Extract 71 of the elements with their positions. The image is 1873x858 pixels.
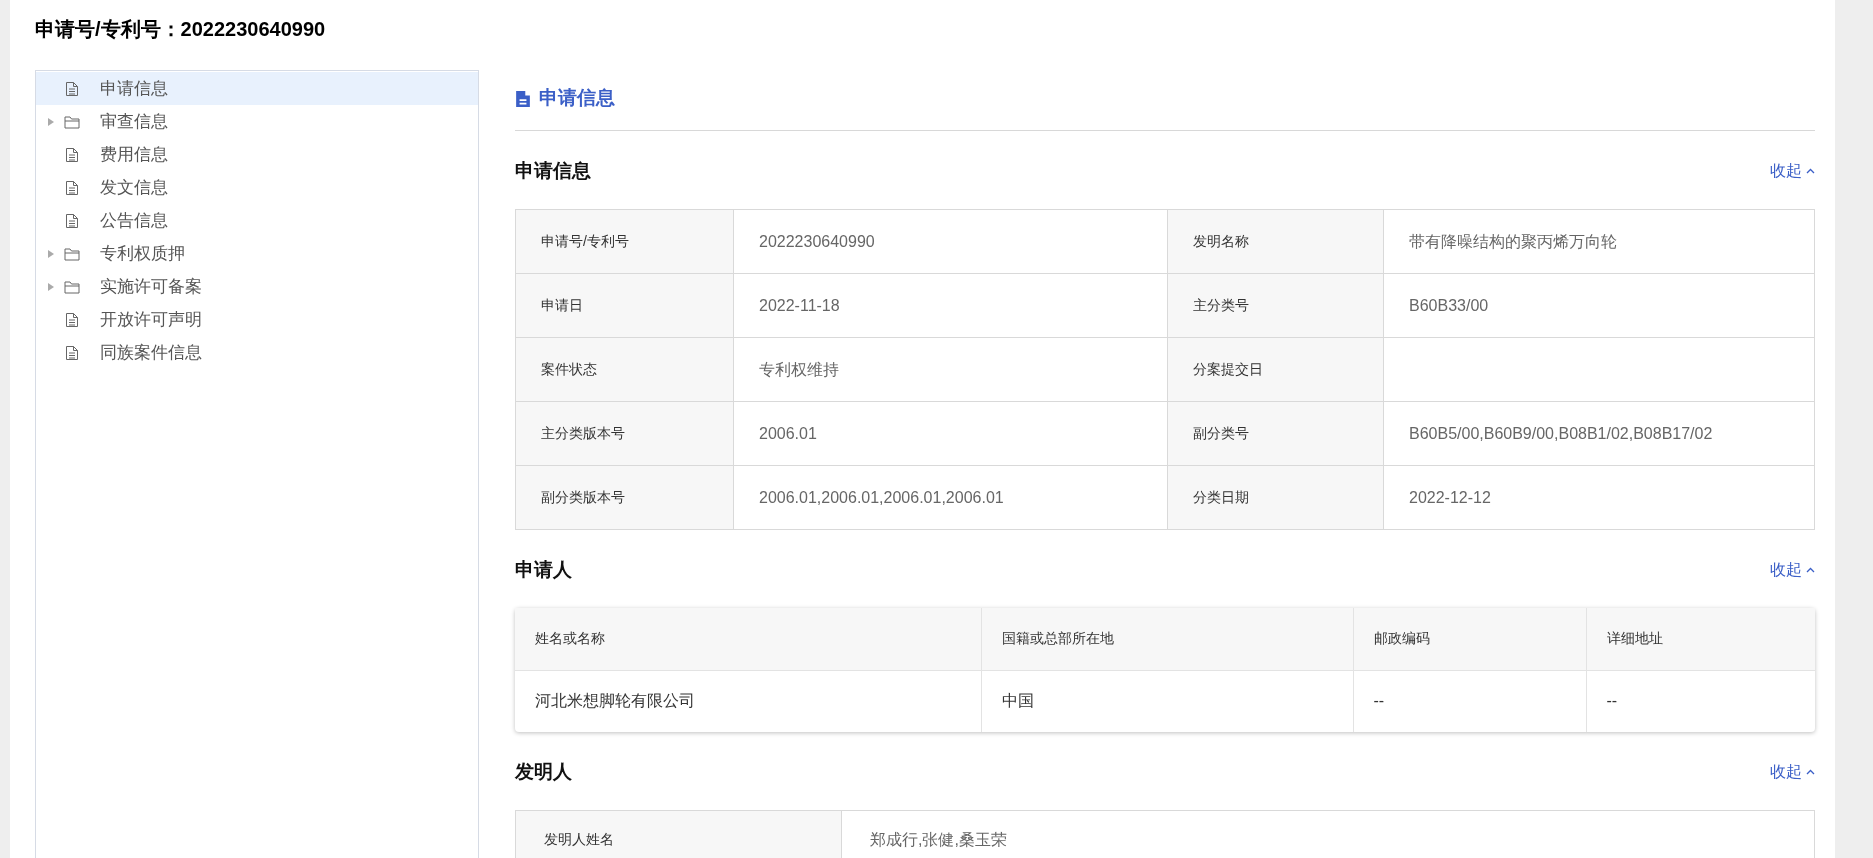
- field-label: 申请日: [515, 273, 734, 338]
- field-label: 分案提交日: [1167, 337, 1384, 402]
- sidebar-item-label: 申请信息: [100, 77, 168, 100]
- sidebar-item[interactable]: 实施许可备案: [36, 270, 478, 303]
- table-cell: 河北米想脚轮有限公司: [515, 670, 981, 732]
- expand-caret-icon[interactable]: [48, 249, 54, 258]
- section-title: 发明人: [515, 759, 572, 784]
- column-header: 详细地址: [1586, 608, 1815, 670]
- folder-icon: [64, 114, 80, 129]
- sidebar-item-label: 公告信息: [100, 209, 168, 232]
- field-value: 郑成行,张健,桑玉荣: [841, 810, 1815, 858]
- document-icon: [65, 212, 79, 229]
- sidebar-item-label: 同族案件信息: [100, 341, 202, 364]
- document-icon: [515, 88, 531, 109]
- sidebar-item[interactable]: 同族案件信息: [36, 336, 478, 369]
- chevron-up-icon: [1806, 769, 1815, 775]
- document-icon: [65, 311, 79, 328]
- expand-caret-icon[interactable]: [48, 282, 54, 291]
- document-icon: [65, 344, 79, 361]
- field-label: 发明名称: [1167, 209, 1384, 274]
- table-cell: --: [1353, 670, 1586, 732]
- document-icon: [65, 146, 79, 163]
- document-icon: [65, 80, 79, 97]
- sidebar-item[interactable]: 开放许可声明: [36, 303, 478, 336]
- collapse-toggle[interactable]: 收起: [1770, 558, 1815, 582]
- table-cell: --: [1586, 670, 1815, 732]
- section-title: 申请信息: [515, 158, 591, 183]
- panel-heading: 申请信息: [539, 86, 615, 111]
- field-value: 2022-12-12: [1383, 465, 1815, 530]
- sidebar-item[interactable]: 发文信息: [36, 171, 478, 204]
- expand-caret-icon[interactable]: [48, 117, 54, 126]
- column-header: 邮政编码: [1353, 608, 1586, 670]
- field-value: 专利权维持: [733, 337, 1168, 402]
- folder-icon: [64, 246, 80, 261]
- sidebar-item[interactable]: 公告信息: [36, 204, 478, 237]
- field-label: 申请号/专利号: [515, 209, 734, 274]
- folder-icon: [64, 279, 80, 294]
- table-cell: 中国: [981, 670, 1353, 732]
- sidebar-item[interactable]: 申请信息: [36, 72, 478, 105]
- chevron-up-icon: [1806, 168, 1815, 174]
- field-value: B60B33/00: [1383, 273, 1815, 338]
- document-icon: [65, 179, 79, 196]
- field-value: 2006.01,2006.01,2006.01,2006.01: [733, 465, 1168, 530]
- field-label: 副分类版本号: [515, 465, 734, 530]
- sidebar-item-label: 发文信息: [100, 176, 168, 199]
- sidebar-item-label: 开放许可声明: [100, 308, 202, 331]
- column-header: 国籍或总部所在地: [981, 608, 1353, 670]
- field-value: B60B5/00,B60B9/00,B08B1/02,B08B17/02: [1383, 401, 1815, 466]
- field-label: 主分类版本号: [515, 401, 734, 466]
- sidebar-item-label: 专利权质押: [100, 242, 185, 265]
- sidebar-item-label: 实施许可备案: [100, 275, 202, 298]
- sidebar-item[interactable]: 费用信息: [36, 138, 478, 171]
- field-label: 发明人姓名: [515, 810, 842, 858]
- chevron-up-icon: [1806, 567, 1815, 573]
- sidebar-item-label: 审查信息: [100, 110, 168, 133]
- section-title: 申请人: [515, 557, 572, 582]
- field-label: 主分类号: [1167, 273, 1384, 338]
- page-title: 申请号/专利号：2022230640990: [35, 17, 326, 42]
- collapse-toggle[interactable]: 收起: [1770, 760, 1815, 784]
- sidebar-item[interactable]: 专利权质押: [36, 237, 478, 270]
- sidebar-item[interactable]: 审查信息: [36, 105, 478, 138]
- column-header: 姓名或名称: [515, 608, 981, 670]
- field-value: 2006.01: [733, 401, 1168, 466]
- field-label: 分类日期: [1167, 465, 1384, 530]
- field-value: 2022230640990: [733, 209, 1168, 274]
- field-value: 带有降噪结构的聚丙烯万向轮: [1383, 209, 1815, 274]
- field-value: 2022-11-18: [733, 273, 1168, 338]
- collapse-toggle[interactable]: 收起: [1770, 159, 1815, 183]
- field-label: 副分类号: [1167, 401, 1384, 466]
- field-label: 案件状态: [515, 337, 734, 402]
- sidebar-item-label: 费用信息: [100, 143, 168, 166]
